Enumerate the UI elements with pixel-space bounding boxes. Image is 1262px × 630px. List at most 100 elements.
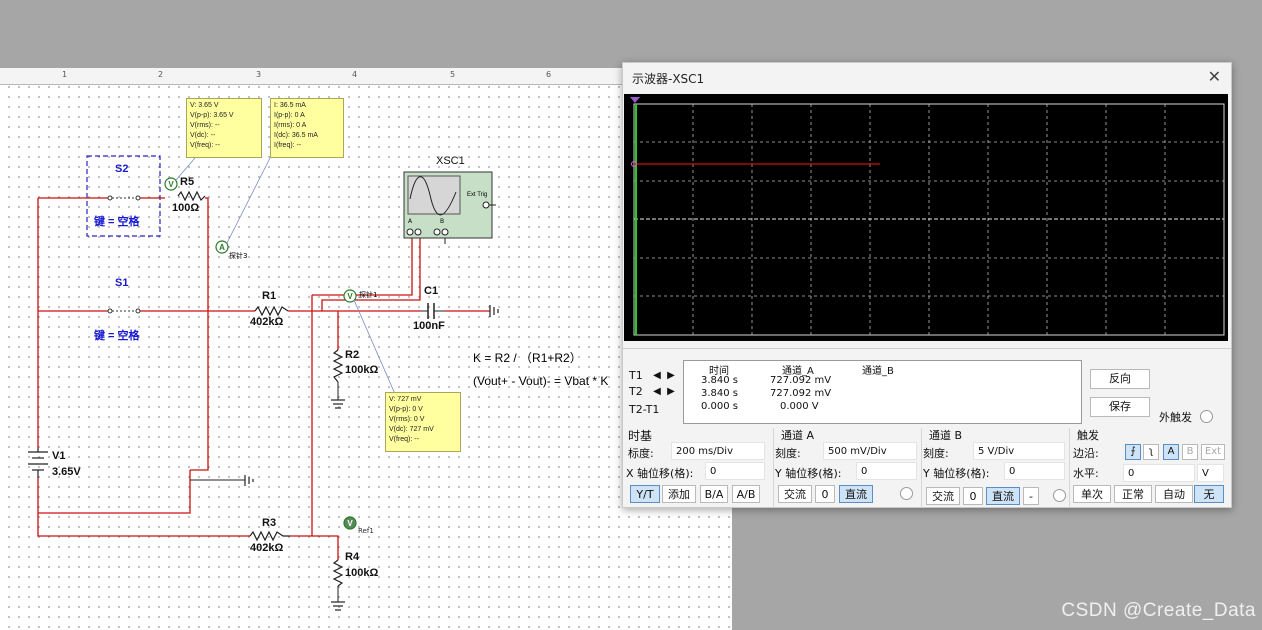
formula-k: K = R2 / （R1+R2） [473,351,582,365]
ext-trigger-label: 外触发 [1159,411,1192,424]
xsc1-label: XSC1 [436,155,465,167]
save-button[interactable]: 保存 [1090,397,1150,417]
trigger-auto-button[interactable]: 自动 [1155,485,1193,503]
probe-line: I(p-p): 0 A [274,112,305,119]
ref1-label: Ref1 [358,527,374,535]
mode-ba-button[interactable]: B/A [700,485,728,503]
timebase-title: 时基 [628,429,653,443]
v1-value: 3.65V [52,466,81,478]
x-position-label: X 轴位移(格): [626,467,694,480]
s2-key-label: 键 = 空格 [94,216,140,228]
probe-voltage-readout: V: 3.65 V V(p-p): 3.65 V V(rms): -- V(dc… [186,98,262,158]
timebase-scale-field[interactable]: 200 ms/Div [671,442,765,460]
r2-value: 100kΩ [345,364,379,376]
ext-trig-label: Ext Trig [467,192,488,198]
window-title: 示波器-XSC1 [632,72,705,86]
t1-time: 3.840 s [701,375,739,386]
falling-edge-icon[interactable]: ʅ [1143,444,1159,460]
r3-label: R3 [262,517,277,529]
channel-b-ypos-field[interactable]: 0 [1004,462,1065,480]
channel-b-dc-button[interactable]: 直流 [986,487,1020,505]
channel-a-ypos-label: Y 轴位移(格): [775,467,842,480]
t2-t1-label: T2-T1 [629,403,660,416]
trigger-none-button[interactable]: 无 [1194,485,1224,503]
rising-edge-icon[interactable]: ⨍ [1125,444,1141,460]
s2-label: S2 [115,163,129,175]
v1-label: V1 [52,450,66,462]
channel-b-zero-button[interactable]: 0 [963,487,983,505]
timebase-scale-label: 标度: [628,447,654,460]
t1-right-arrow-icon[interactable]: ▶ [665,370,677,382]
probe3-label: 探针3 [229,252,248,260]
formula-vout: (Vout+ - Vout)- = Vbat * K [473,374,609,388]
channel-a-dc-button[interactable]: 直流 [839,485,873,503]
t2-left-arrow-icon[interactable]: ◀ [651,386,663,398]
r5-label: R5 [180,176,195,188]
probe1-label: 探针1 [359,291,378,299]
channel-b-ypos-label: Y 轴位移(格): [923,467,990,480]
probe-line: I(rms): 0 A [274,122,307,129]
cursor-readout: 时间 通道_A 通道_B 3.840 s 727.092 mV 3.840 s … [683,360,1082,424]
mode-yt-button[interactable]: Y/T [630,485,660,503]
probe-line: V(freq): -- [190,142,220,149]
panel-divider [623,348,1231,349]
t2-label: T2 [629,385,643,398]
channel-a-scale-label: 刻度: [775,447,801,460]
mode-add-button[interactable]: 添加 [662,485,696,503]
r2-label: R2 [345,349,360,361]
ext-trigger-terminal[interactable] [1200,410,1213,423]
close-icon[interactable]: ✕ [1208,67,1221,86]
channel-a-terminal[interactable] [900,487,913,500]
r4-label: R4 [345,551,360,563]
channel-b-minus-button[interactable]: - [1023,487,1039,505]
s1-key-label: 键 = 空格 [94,330,140,342]
trigger-level-label: 水平: [1073,467,1099,480]
probe-line: I: 36.5 mA [274,102,306,109]
trigger-source-ext-button[interactable]: Ext [1201,444,1225,460]
t2-t1-time: 0.000 s [701,401,739,412]
channel-b-title: 通道 B [929,429,963,442]
r3-value: 402kΩ [250,542,284,554]
probe-line: V(p-p): 0 V [389,406,423,413]
svg-text:V: V [347,292,353,301]
trigger-source-b-button[interactable]: B [1182,444,1198,460]
t2-time: 3.840 s [701,388,739,399]
group-separator [921,428,922,508]
probe-line: V(p-p): 3.65 V [190,112,234,119]
trigger-level-field[interactable]: 0 [1123,464,1195,482]
probe-line: V(rms): -- [190,122,220,129]
trigger-single-button[interactable]: 单次 [1073,485,1111,503]
r4-value: 100kΩ [345,567,379,579]
channel-a-ac-button[interactable]: 交流 [778,485,812,503]
reverse-button[interactable]: 反向 [1090,369,1150,389]
trigger-level-unit[interactable]: V [1197,464,1224,482]
s1-label: S1 [115,277,129,289]
probe-line: V: 3.65 V [190,102,219,109]
trigger-normal-button[interactable]: 正常 [1114,485,1152,503]
channel-b-ac-button[interactable]: 交流 [926,487,960,505]
channel-a-ypos-field[interactable]: 0 [856,462,917,480]
channel-a-zero-button[interactable]: 0 [815,485,835,503]
x-position-field[interactable]: 0 [705,462,765,480]
mode-ab-button[interactable]: A/B [732,485,760,503]
t2-channel-a: 727.092 mV [770,388,832,399]
channel-b-scale-field[interactable]: 5 V/Div [973,442,1065,460]
svg-text:V: V [168,180,174,189]
t1-channel-a: 727.092 mV [770,375,832,386]
probe-line: V(dc): -- [190,132,216,139]
scope-display[interactable] [624,94,1228,341]
probe-line: I(dc): 36.5 mA [274,132,318,139]
title-bar[interactable]: 示波器-XSC1 ✕ [623,63,1231,91]
probe-vout-readout: V: 727 mV V(p-p): 0 V V(rms): 0 V V(dc):… [385,392,461,452]
trigger-source-a-button[interactable]: A [1163,444,1179,460]
xsc1-channel-b-label: B [440,218,445,225]
svg-text:V: V [347,519,353,528]
t2-right-arrow-icon[interactable]: ▶ [665,386,677,398]
probe-line: V(freq): -- [389,436,419,443]
oscilloscope-window[interactable]: 示波器-XSC1 ✕ T1 T2 T2-T1 ◀ ▶ ◀ ▶ 时间 通道_A 通… [622,62,1232,508]
scope-grid [630,97,1225,336]
t1-left-arrow-icon[interactable]: ◀ [651,370,663,382]
channel-b-terminal[interactable] [1053,489,1066,502]
channel-a-scale-field[interactable]: 500 mV/Div [823,442,917,460]
trigger-edge-label: 边沿: [1073,447,1099,460]
